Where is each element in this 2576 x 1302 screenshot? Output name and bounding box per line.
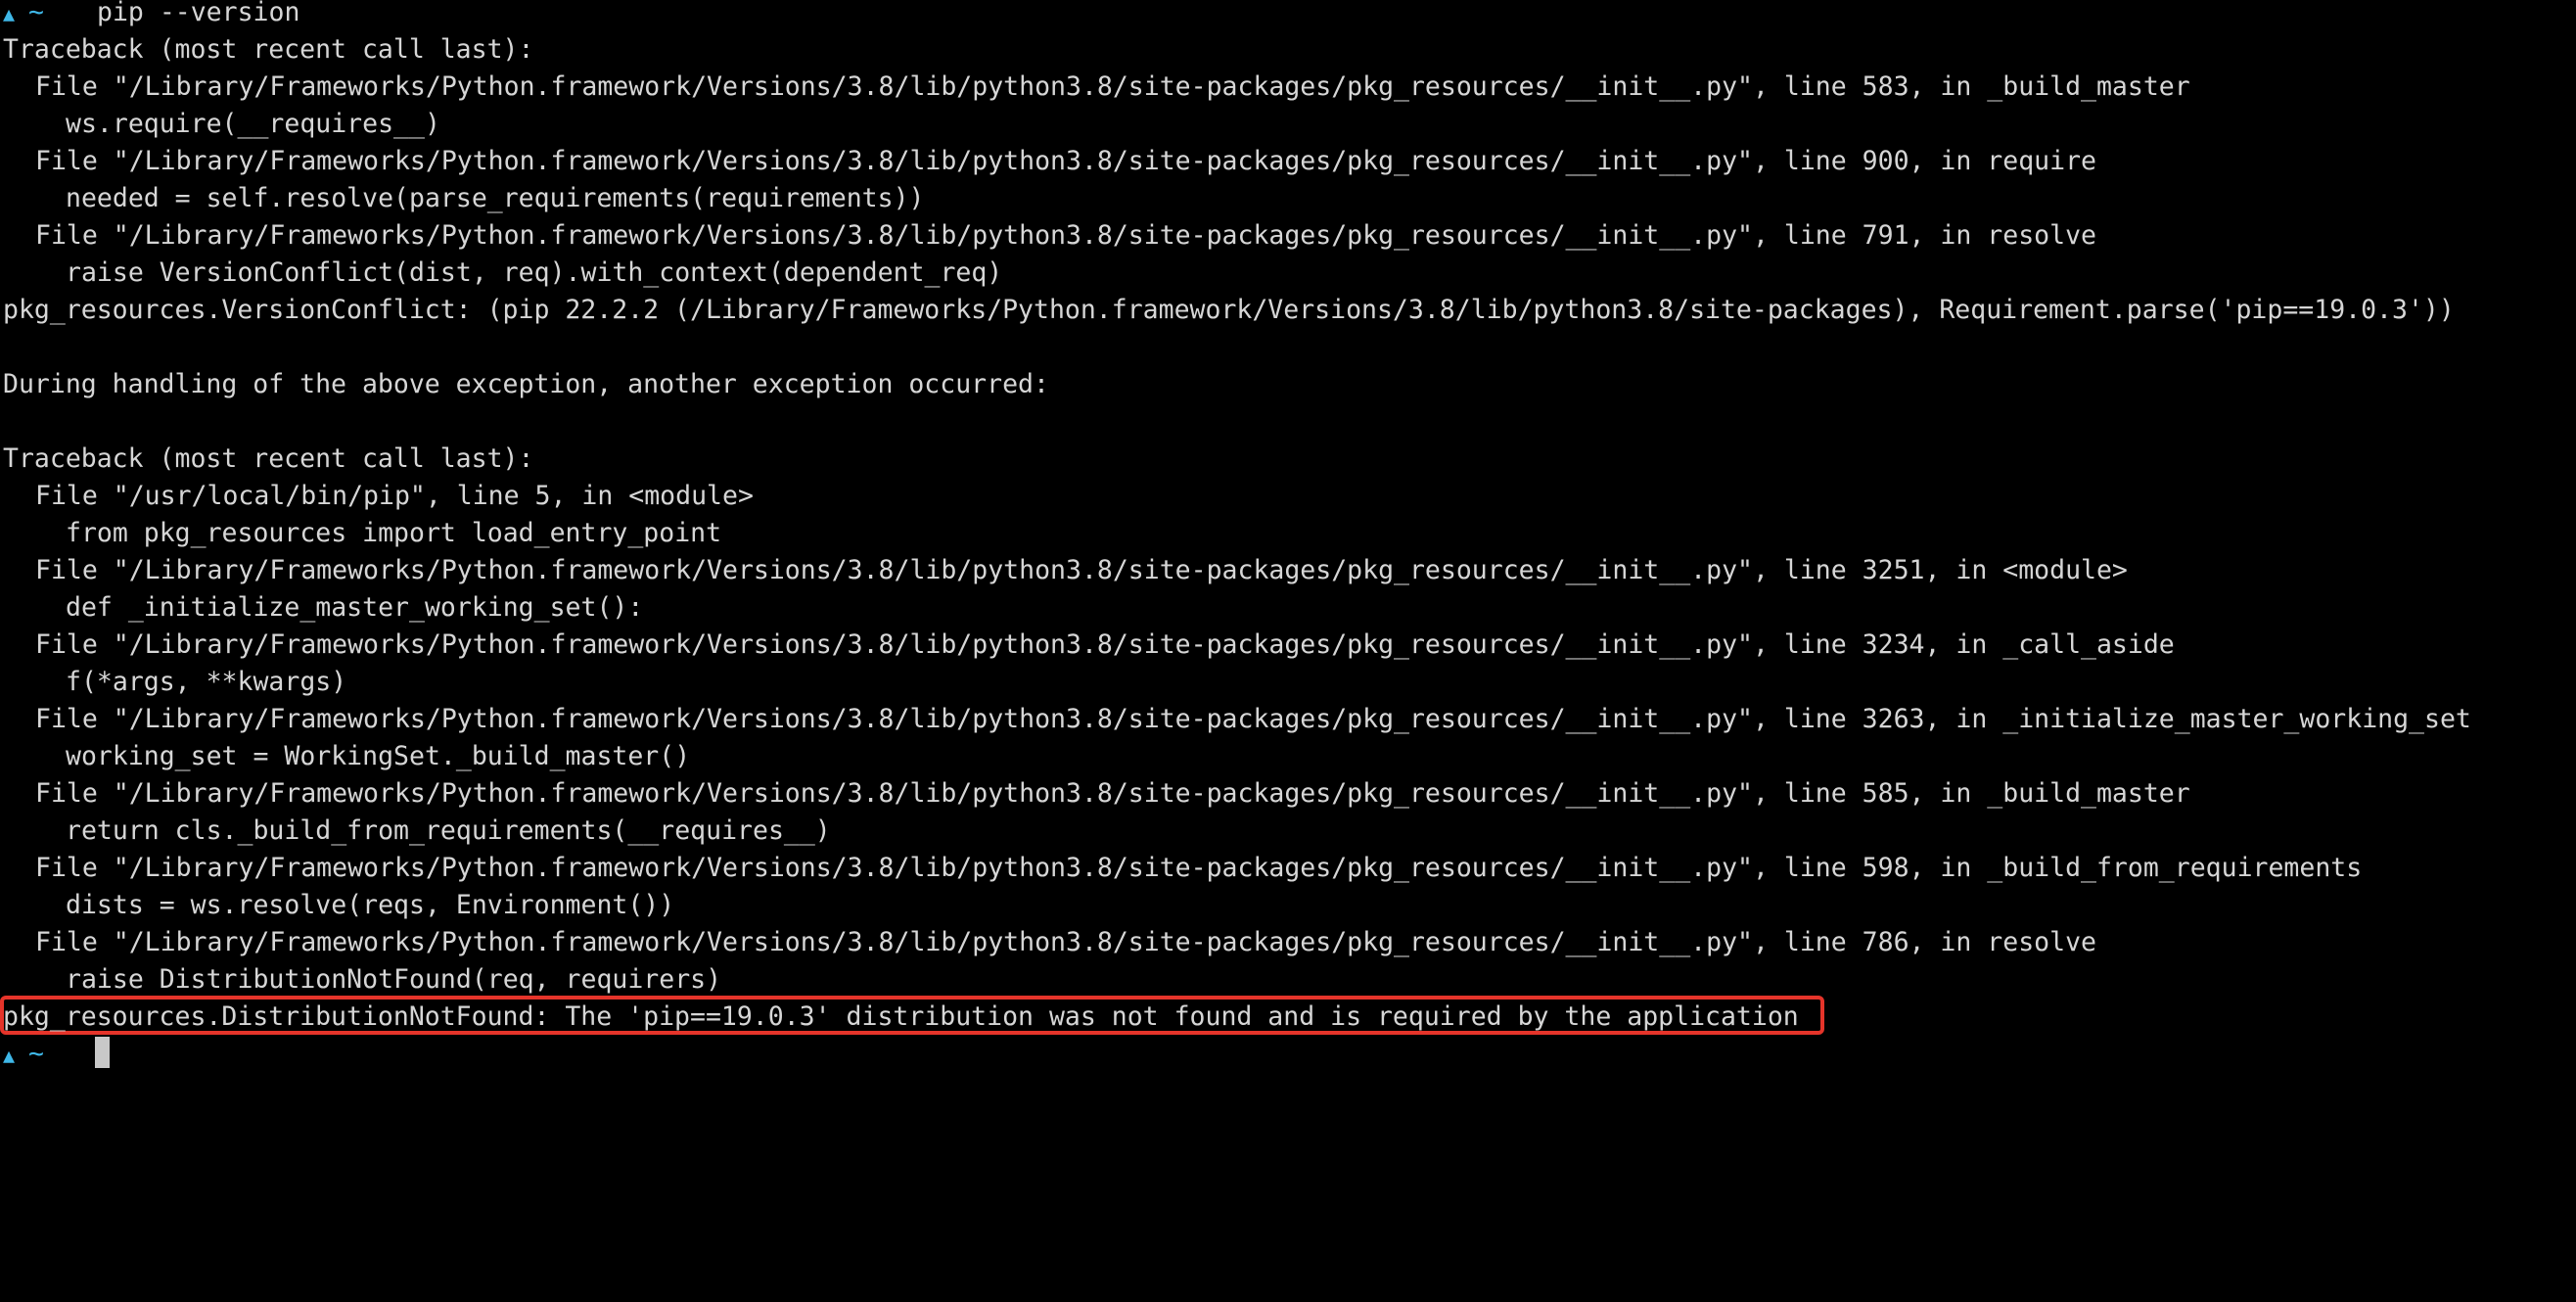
output-line: dists = ws.resolve(reqs, Environment()) [66, 890, 675, 920]
output-line: File "/Library/Frameworks/Python.framewo… [35, 778, 2190, 809]
output-line: File "/Library/Frameworks/Python.framewo… [35, 71, 2190, 102]
output-line: needed = self.resolve(parse_requirements… [66, 183, 925, 213]
prompt-directory: ~ [28, 1039, 44, 1069]
input-prompt-line[interactable]: ▲ ~ [3, 1036, 110, 1073]
output-line: return cls._build_from_requirements(__re… [66, 815, 831, 846]
output-line: File "/usr/local/bin/pip", line 5, in <m… [35, 481, 754, 511]
command-text: pip --version [97, 0, 300, 27]
text-cursor [95, 1037, 110, 1068]
output-line: pkg_resources.VersionConflict: (pip 22.2… [3, 295, 2455, 325]
output-line: File "/Library/Frameworks/Python.framewo… [35, 704, 2471, 734]
error-line: pkg_resources.DistributionNotFound: The … [3, 1001, 1799, 1032]
output-line: File "/Library/Frameworks/Python.framewo… [35, 555, 2128, 585]
prompt-directory: ~ [28, 0, 44, 27]
output-line: ws.require(__requires__) [66, 109, 440, 139]
command-line: ▲ ~ pip --version [3, 0, 299, 31]
output-line: During handling of the above exception, … [3, 369, 1049, 399]
prompt-arrow-icon: ▲ [3, 1044, 16, 1067]
output-line: File "/Library/Frameworks/Python.framewo… [35, 629, 2175, 660]
output-line: raise DistributionNotFound(req, requirer… [66, 964, 722, 995]
prompt-arrow-icon: ▲ [3, 2, 16, 25]
output-line: Traceback (most recent call last): [3, 443, 534, 474]
output-line: f(*args, **kwargs) [66, 667, 347, 697]
output-line: def _initialize_master_working_set(): [66, 592, 644, 623]
output-line: from pkg_resources import load_entry_poi… [66, 518, 722, 548]
output-line: File "/Library/Frameworks/Python.framewo… [35, 927, 2096, 957]
terminal-window[interactable]: ▲ ~ pip --version Traceback (most recent c… [0, 0, 2576, 1075]
output-line: working_set = WorkingSet._build_master() [66, 741, 691, 771]
output-line: File "/Library/Frameworks/Python.framewo… [35, 853, 2363, 883]
output-line: Traceback (most recent call last): [3, 34, 534, 65]
output-line: raise VersionConflict(dist, req).with_co… [66, 257, 1003, 288]
output-line: File "/Library/Frameworks/Python.framewo… [35, 146, 2096, 176]
output-line: File "/Library/Frameworks/Python.framewo… [35, 220, 2096, 251]
